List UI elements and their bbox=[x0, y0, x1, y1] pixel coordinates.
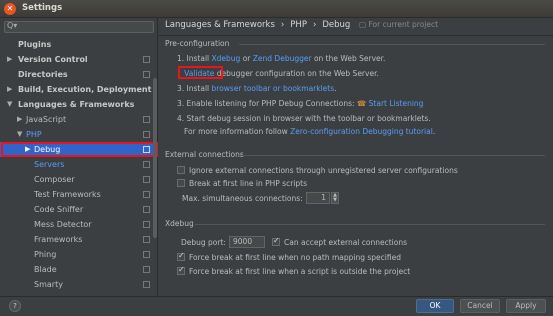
phone-listen-icon: ☎ bbox=[356, 99, 367, 108]
debug-port-label: Debug port: bbox=[181, 238, 226, 247]
section-title-preconfig: Pre-configuration bbox=[165, 39, 230, 48]
chevron-right-icon[interactable]: ▶ bbox=[17, 112, 22, 127]
window-title: Settings bbox=[22, 3, 63, 13]
title-bar: ✕ Settings bbox=[0, 0, 553, 18]
settings-sidebar: Q▾ Plugins ▶ Version Control Directories… bbox=[0, 18, 158, 296]
divider bbox=[159, 35, 553, 36]
force-break-outside-project-option[interactable]: Force break at first line when a script … bbox=[177, 265, 410, 276]
sidebar-item-build-execution-deployment[interactable]: ▶ Build, Execution, Deployment bbox=[0, 82, 156, 97]
ok-button[interactable]: OK bbox=[416, 299, 454, 313]
sidebar-item-composer[interactable]: Composer bbox=[0, 172, 156, 187]
close-icon: ✕ bbox=[6, 4, 14, 13]
dialog-footer: ? OK Cancel Apply bbox=[0, 296, 553, 316]
accept-external-option[interactable]: Can accept external connections bbox=[272, 236, 407, 247]
sidebar-item-code-sniffer[interactable]: Code Sniffer bbox=[0, 202, 156, 217]
step-enable-listening: 3. Enable listening for PHP Debug Connec… bbox=[177, 99, 424, 108]
close-button[interactable]: ✕ bbox=[4, 3, 16, 15]
cancel-button[interactable]: Cancel bbox=[460, 299, 500, 313]
section-divider bbox=[239, 44, 545, 45]
break-first-line-option[interactable]: Break at first line in PHP scripts bbox=[177, 179, 307, 188]
step-install-debugger: 1. Install Xdebug or Zend Debugger on th… bbox=[177, 54, 386, 63]
project-scope-label: ▢ For current project bbox=[359, 20, 439, 29]
validate-highlight-box bbox=[178, 66, 223, 79]
step-more-info: For more information follow Zero-configu… bbox=[184, 127, 436, 136]
chevron-down-icon[interactable]: ▼ bbox=[17, 127, 22, 142]
breadcrumb: Languages & Frameworks › PHP › Debug ▢ For c… bbox=[165, 20, 450, 30]
sidebar-item-javascript[interactable]: ▶ JavaScript bbox=[0, 112, 156, 127]
sidebar-item-php[interactable]: ▼ PHP bbox=[0, 127, 156, 142]
browser-toolbar-link[interactable]: browser toolbar or bookmarklets bbox=[212, 84, 335, 93]
project-scope-icon bbox=[143, 206, 150, 213]
sidebar-item-version-control[interactable]: ▶ Version Control bbox=[0, 52, 156, 67]
max-connections-stepper[interactable]: ▲ ▼ bbox=[331, 192, 339, 204]
project-scope-icon bbox=[143, 191, 150, 198]
section-title-xdebug: Xdebug bbox=[165, 219, 194, 228]
help-button[interactable]: ? bbox=[9, 300, 21, 312]
force-break-outside-project-checkbox[interactable] bbox=[177, 265, 185, 275]
debug-settings-panel: Languages & Frameworks › PHP › Debug ▢ For c… bbox=[159, 18, 553, 296]
project-scope-icon bbox=[143, 176, 150, 183]
sidebar-item-test-frameworks[interactable]: Test Frameworks bbox=[0, 187, 156, 202]
apply-button[interactable]: Apply bbox=[506, 299, 546, 313]
force-break-no-mapping-option[interactable]: Force break at first line when no path m… bbox=[177, 251, 401, 262]
project-scope-icon bbox=[143, 221, 150, 228]
project-scope-icon bbox=[143, 116, 150, 123]
debug-highlight-box bbox=[1, 142, 158, 157]
sidebar-scrollbar[interactable] bbox=[153, 78, 157, 238]
sidebar-item-smarty[interactable]: Smarty bbox=[0, 277, 156, 292]
project-scope-icon bbox=[143, 161, 150, 168]
force-break-no-mapping-checkbox[interactable] bbox=[177, 251, 185, 261]
project-scope-icon bbox=[143, 266, 150, 273]
start-listening-link[interactable]: Start Listening bbox=[369, 99, 424, 108]
project-scope-icon bbox=[143, 131, 150, 138]
step-install-toolbar: 3. Install browser toolbar or bookmarkle… bbox=[177, 84, 337, 93]
project-scope-icon bbox=[143, 56, 150, 63]
ignore-external-option[interactable]: Ignore external connections through unre… bbox=[177, 166, 458, 175]
section-divider bbox=[195, 224, 545, 225]
step-start-session: 4. Start debug session in browser with t… bbox=[177, 114, 431, 123]
project-scope-icon bbox=[143, 251, 150, 258]
accept-external-checkbox[interactable] bbox=[272, 236, 280, 246]
chevron-right-icon[interactable]: ▶ bbox=[7, 52, 12, 67]
sidebar-item-mess-detector[interactable]: Mess Detector bbox=[0, 217, 156, 232]
debug-port-input[interactable]: 9000 bbox=[229, 236, 265, 248]
sidebar-item-languages-frameworks[interactable]: ▼ Languages & Frameworks bbox=[0, 97, 156, 112]
zero-config-tutorial-link[interactable]: Zero-configuration Debugging tutorial bbox=[290, 127, 433, 136]
project-scope-icon bbox=[143, 281, 150, 288]
xdebug-link[interactable]: Xdebug bbox=[212, 54, 241, 63]
sidebar-item-plugins[interactable]: Plugins bbox=[0, 37, 156, 52]
sidebar-item-blade[interactable]: Blade bbox=[0, 262, 156, 277]
project-scope-icon bbox=[143, 236, 150, 243]
section-title-external: External connections bbox=[165, 150, 244, 159]
chevron-right-icon[interactable]: ▶ bbox=[7, 82, 12, 97]
sidebar-item-frameworks[interactable]: Frameworks bbox=[0, 232, 156, 247]
max-connections-label: Max. simultaneous connections: bbox=[182, 194, 303, 203]
sidebar-item-directories[interactable]: Directories bbox=[0, 67, 156, 82]
max-connections-input[interactable]: 1 bbox=[306, 192, 330, 204]
sidebar-item-servers[interactable]: Servers bbox=[0, 157, 156, 172]
ignore-external-checkbox[interactable] bbox=[177, 166, 185, 174]
break-first-line-checkbox[interactable] bbox=[177, 179, 185, 187]
search-icon: Q▾ bbox=[7, 21, 18, 30]
chevron-down-icon[interactable]: ▼ bbox=[7, 97, 12, 112]
zend-debugger-link[interactable]: Zend Debugger bbox=[253, 54, 312, 63]
project-scope-icon bbox=[143, 71, 150, 78]
search-input[interactable]: Q▾ bbox=[4, 21, 154, 33]
sidebar-item-phing[interactable]: Phing bbox=[0, 247, 156, 262]
section-divider bbox=[239, 155, 545, 156]
